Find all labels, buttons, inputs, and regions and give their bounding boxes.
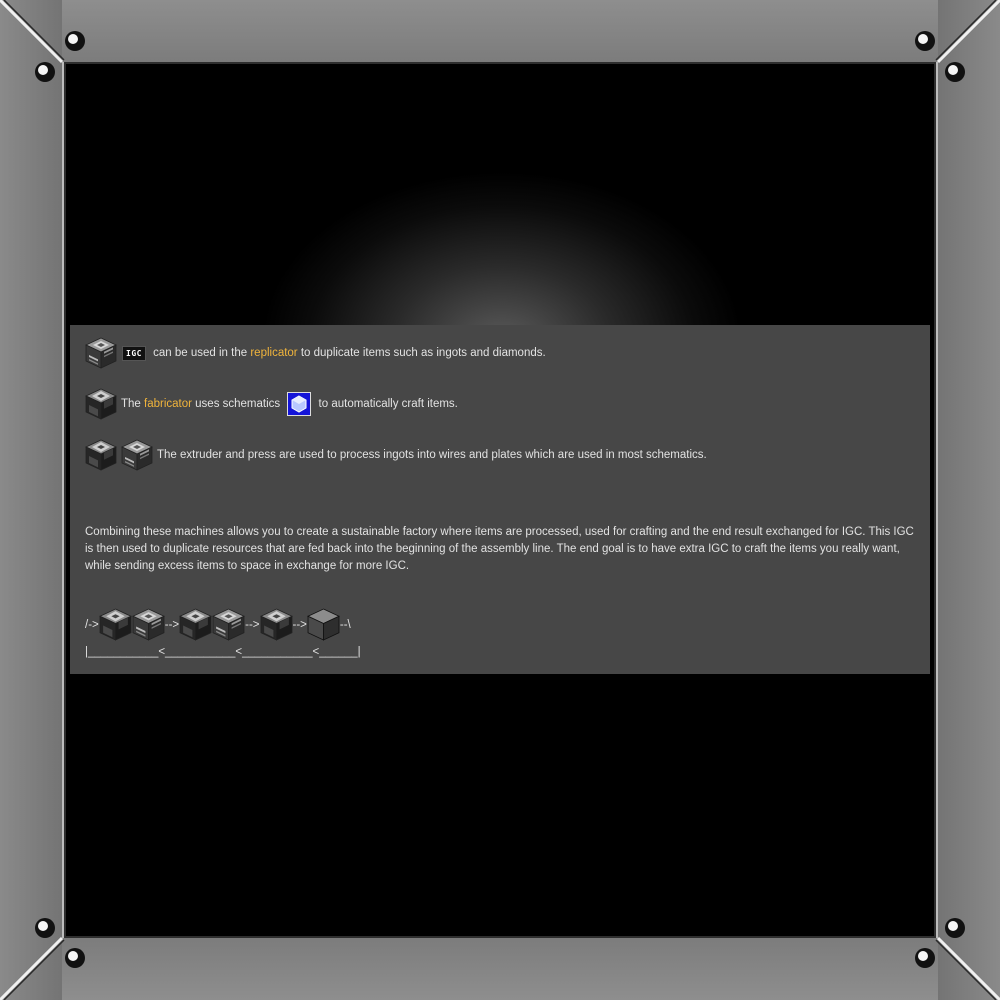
screw-icon — [65, 948, 85, 968]
screw-icon — [945, 918, 965, 938]
replicator-machine-icon — [132, 608, 165, 641]
schematic-icon — [287, 392, 312, 416]
fabricator-link[interactable]: fabricator — [144, 398, 192, 410]
chain-start: /-> — [85, 618, 99, 631]
space-elevator-block-icon — [307, 608, 340, 641]
extruder-machine-icon — [179, 608, 212, 641]
screw-icon — [945, 62, 965, 82]
extruder-machine-icon — [85, 439, 117, 471]
press-machine-icon — [212, 608, 245, 641]
extruder-press-text: The extruder and press are used to proce… — [157, 449, 707, 461]
chain-arrow: --> — [292, 618, 307, 631]
fabricator-machine-icon — [260, 608, 293, 641]
chain-loop-line: |___________<___________<___________<___… — [85, 646, 361, 658]
fabricator-text-middle: uses schematics — [191, 398, 284, 410]
chain-arrow: --> — [164, 618, 180, 631]
assembly-line-diagram: /-> --> --> --> --\ — [85, 608, 351, 641]
igc-currency-icon: IGC — [122, 345, 146, 361]
chain-arrow: --> — [245, 618, 260, 631]
fabricator-text-before: The — [121, 398, 145, 410]
guide-panel: IGC can be used in the replicator to dup… — [70, 325, 930, 674]
fabricator-text-after: to automatically craft items. — [315, 398, 458, 410]
screw-icon — [35, 918, 55, 938]
replicator-link[interactable]: replicator — [250, 347, 297, 359]
replicator-text-before: can be used in the — [149, 347, 251, 359]
screw-icon — [65, 31, 85, 51]
screw-icon — [35, 62, 55, 82]
replicator-text-after: to duplicate items such as ingots and di… — [297, 347, 546, 359]
replicator-row: IGC can be used in the replicator to dup… — [85, 337, 546, 369]
screw-icon — [915, 948, 935, 968]
replicator-machine-icon — [99, 608, 132, 641]
chain-end: --\ — [339, 618, 351, 631]
fabricator-row: The fabricator uses schematics to automa… — [85, 388, 458, 420]
press-machine-icon — [121, 439, 153, 471]
extruder-press-row: The extruder and press are used to proce… — [85, 439, 707, 471]
fabricator-machine-icon — [85, 388, 117, 420]
screw-icon — [915, 31, 935, 51]
replicator-machine-icon — [85, 337, 117, 369]
factory-explanation: Combining these machines allows you to c… — [85, 526, 914, 572]
